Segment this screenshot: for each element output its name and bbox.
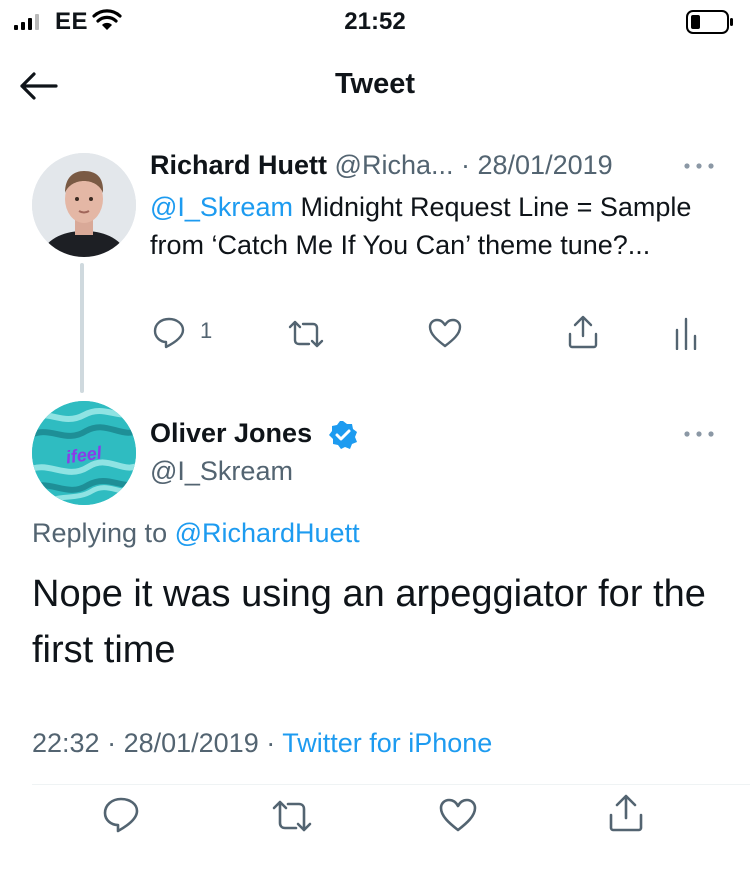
avatar-richard-huett[interactable] (32, 153, 136, 257)
divider (32, 784, 750, 785)
replying-to-label: Replying to (32, 518, 175, 548)
tweet-metadata: 22:32 · 28/01/2019 · Twitter for iPhone (32, 728, 492, 759)
reply-author-name[interactable]: Oliver Jones (150, 418, 312, 449)
share-icon[interactable] (607, 793, 645, 833)
reply-tweet-text: Nope it was using an arpeggiator for the… (32, 573, 706, 671)
avatar-oliver-jones[interactable]: ifeel (32, 401, 136, 505)
profile-artwork-icon: ifeel (32, 401, 136, 505)
tweet-date: · 28/01/2019 · (107, 728, 276, 758)
battery-icon (686, 10, 733, 34)
share-icon[interactable] (566, 314, 600, 350)
parent-tweet-text: @I_Skream Midnight Request Line = Sample… (150, 188, 735, 264)
retweet-icon[interactable] (286, 318, 326, 350)
parent-author-handle[interactable]: @Richa... (335, 150, 454, 180)
parent-tweet-mention[interactable]: @I_Skream (150, 192, 293, 222)
retweet-icon[interactable] (270, 798, 314, 834)
thread-connector (80, 263, 84, 393)
replying-to-mention[interactable]: @RichardHuett (175, 518, 360, 548)
status-time: 21:52 (344, 8, 406, 35)
parent-tweet-date: · 28/01/2019 (461, 150, 613, 180)
like-heart-icon[interactable] (438, 797, 478, 833)
status-bar: EE 21:52 (0, 0, 750, 44)
reply-icon[interactable] (152, 316, 186, 350)
more-options-icon[interactable] (682, 160, 716, 172)
reply-count: 1 (200, 318, 213, 343)
tweet-time: 22:32 (32, 728, 100, 758)
navigation-bar: Tweet (0, 50, 750, 120)
analytics-icon[interactable] (674, 316, 698, 350)
profile-photo-icon (32, 153, 136, 257)
reply-icon[interactable] (102, 796, 140, 834)
replying-to-line: Replying to @RichardHuett (32, 518, 360, 549)
reply-author-handle[interactable]: @I_Skream (150, 456, 293, 487)
page-title: Tweet (334, 68, 416, 100)
parent-author-name[interactable]: Richard Huett (150, 150, 327, 180)
parent-tweet-header: Richard Huett @Richa... · 28/01/2019 (150, 150, 670, 181)
like-heart-icon[interactable] (427, 317, 463, 349)
tweet-source-link[interactable]: Twitter for iPhone (282, 728, 492, 758)
more-options-icon[interactable] (682, 428, 716, 440)
verified-badge-icon (329, 421, 357, 449)
